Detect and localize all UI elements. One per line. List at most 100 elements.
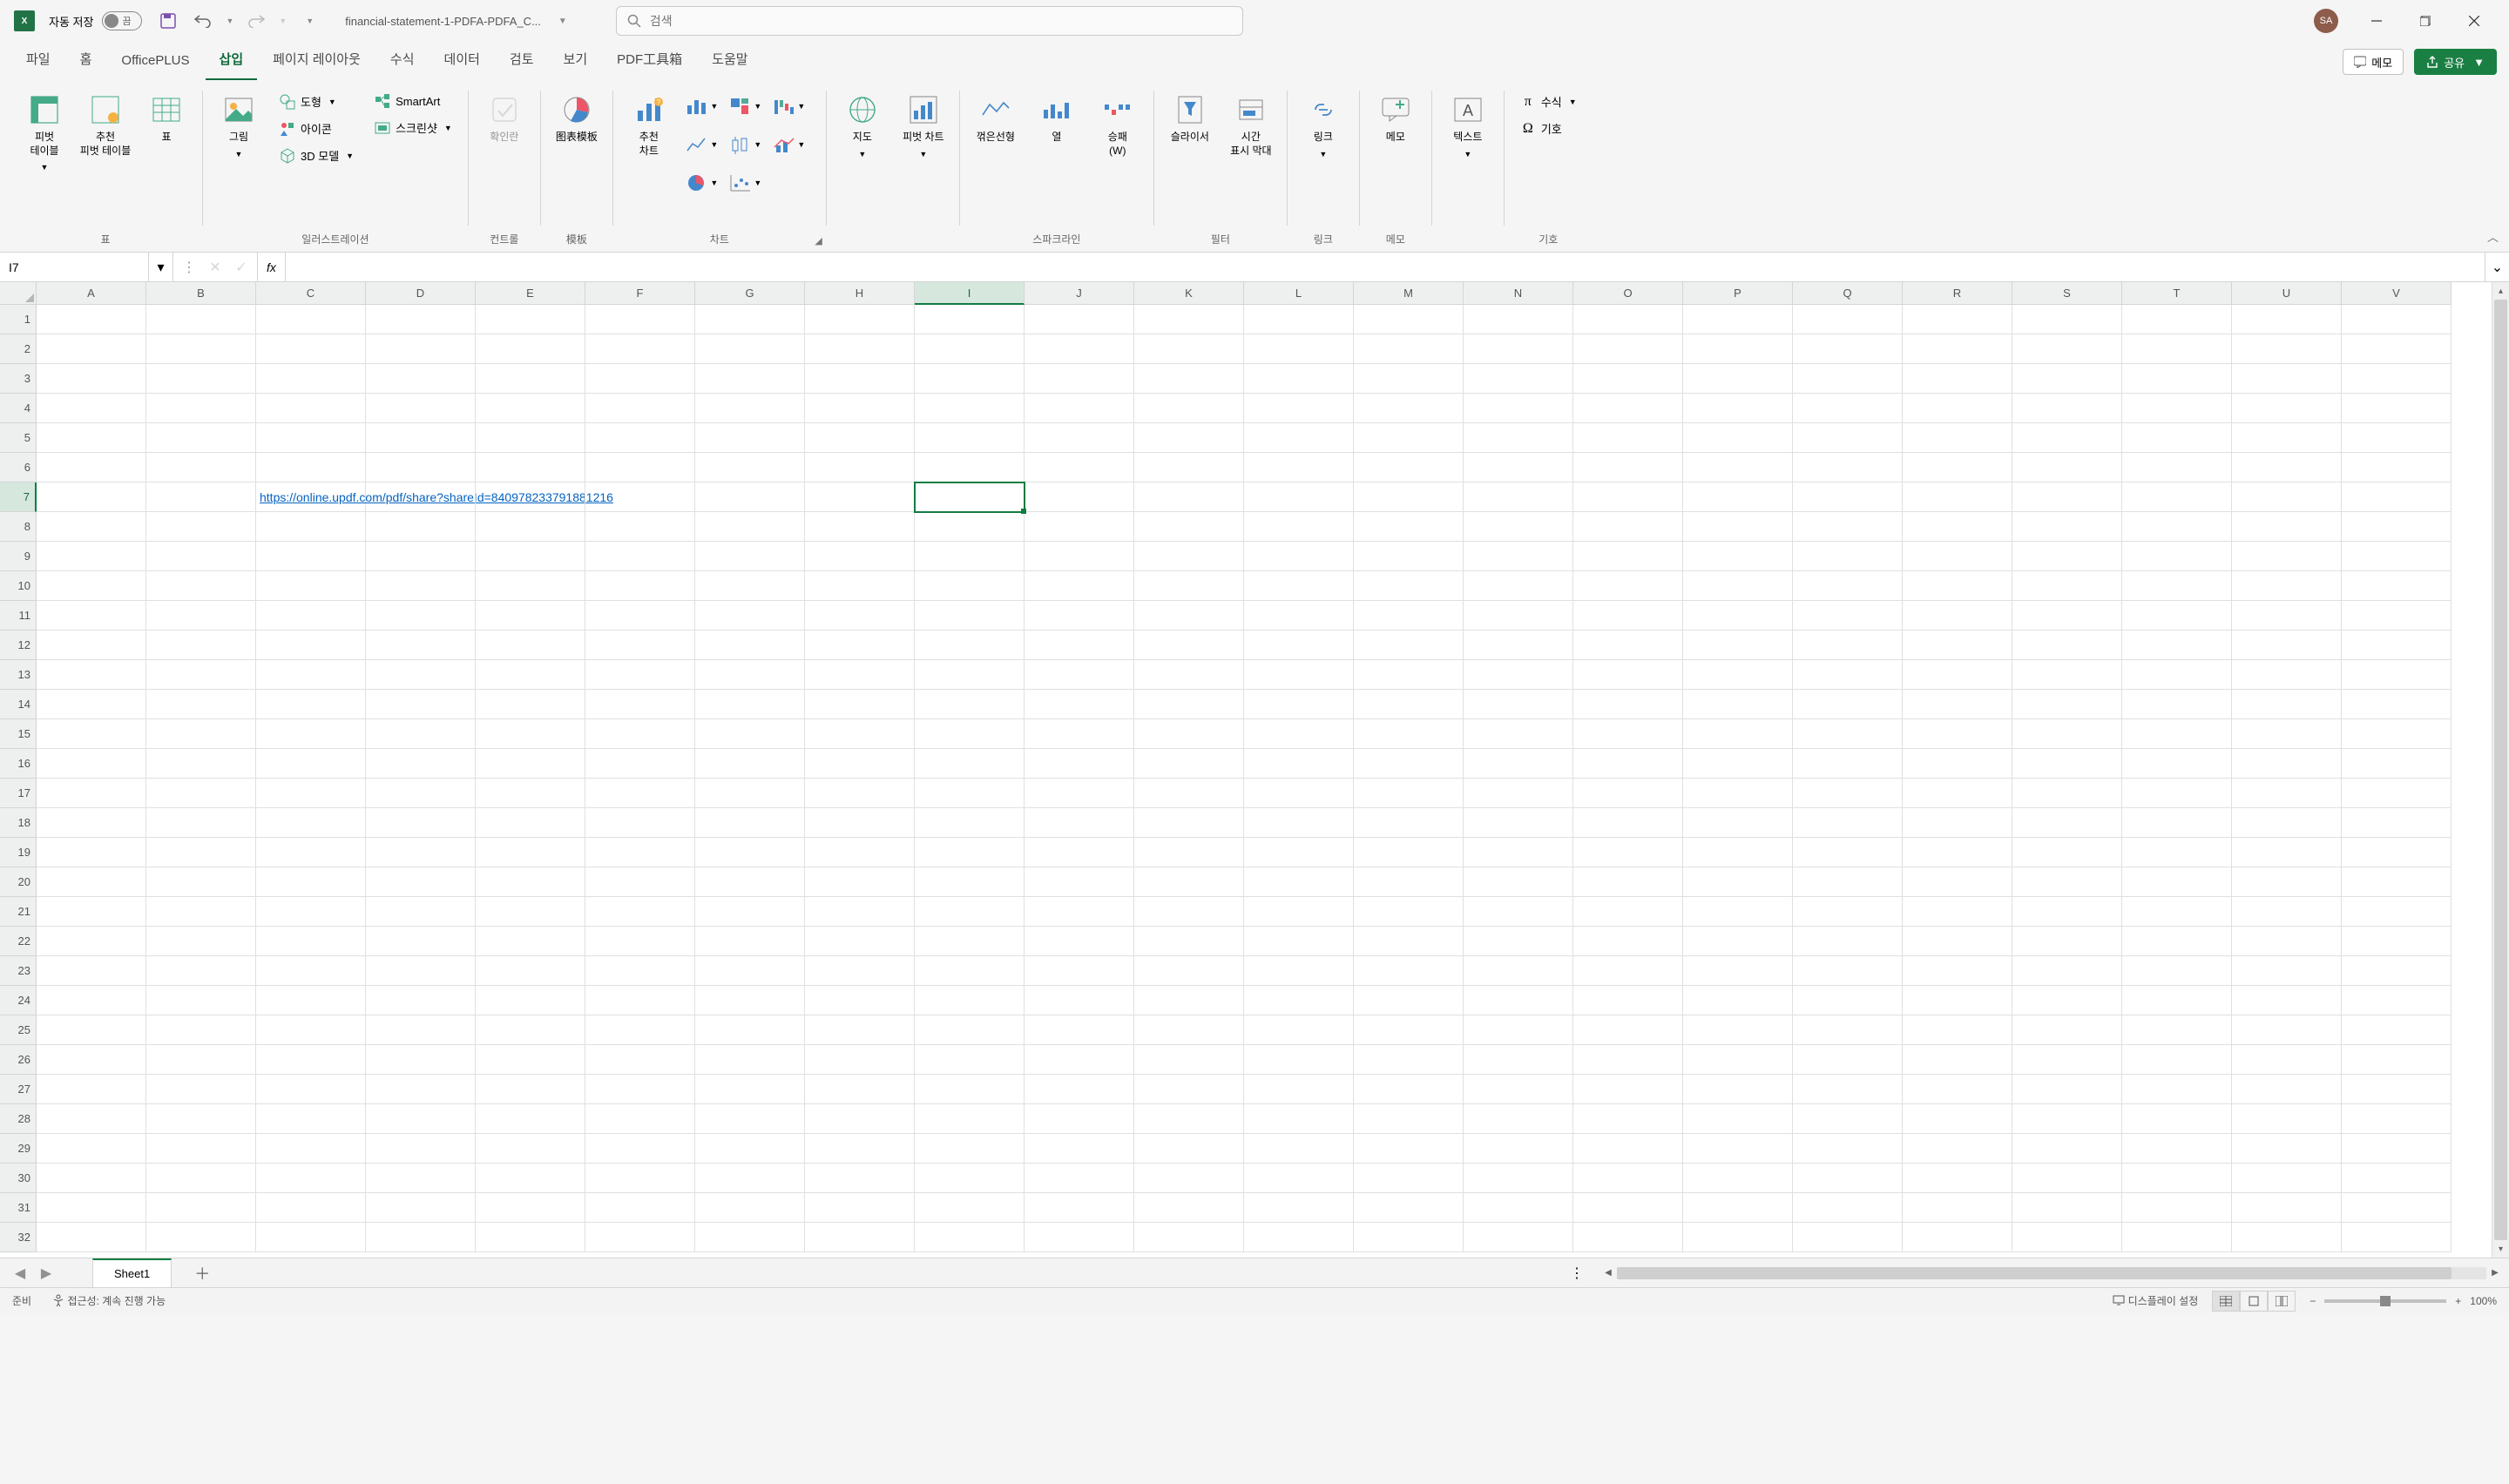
cell[interactable] — [37, 601, 146, 631]
cell[interactable] — [585, 423, 695, 453]
cell[interactable] — [1903, 927, 2012, 956]
cell[interactable] — [2342, 631, 2452, 660]
cell[interactable] — [2122, 660, 2232, 690]
cell[interactable] — [1244, 1015, 1354, 1045]
formula-input[interactable] — [286, 253, 2485, 281]
sheet-tab-active[interactable]: Sheet1 — [92, 1258, 172, 1287]
cell[interactable] — [2342, 838, 2452, 867]
share-button[interactable]: 공유 ▼ — [2414, 49, 2497, 75]
cell[interactable] — [1464, 1134, 1573, 1164]
cell[interactable]: https://online.updf.com/pdf/share?shareI… — [256, 482, 366, 512]
cell[interactable] — [146, 897, 256, 927]
cell[interactable] — [476, 601, 585, 631]
cell[interactable] — [1793, 423, 1903, 453]
recommended-pivot-button[interactable]: 추천 피벗 테이블 — [78, 89, 132, 158]
cell[interactable] — [1573, 927, 1683, 956]
cell[interactable] — [2342, 394, 2452, 423]
cell[interactable] — [1683, 394, 1793, 423]
cell[interactable] — [146, 394, 256, 423]
cell[interactable] — [1683, 334, 1793, 364]
cell[interactable] — [256, 571, 366, 601]
cell[interactable] — [585, 986, 695, 1015]
cell[interactable] — [1025, 334, 1134, 364]
cell[interactable] — [2122, 394, 2232, 423]
cell[interactable] — [1903, 542, 2012, 571]
cell[interactable] — [1134, 808, 1244, 838]
cell[interactable] — [2232, 956, 2342, 986]
cell[interactable] — [2012, 690, 2122, 719]
tab-home[interactable]: 홈 — [66, 41, 106, 80]
cell[interactable] — [37, 897, 146, 927]
cell[interactable] — [1683, 1015, 1793, 1045]
cell[interactable] — [2012, 808, 2122, 838]
cell[interactable] — [1025, 1223, 1134, 1252]
cell[interactable] — [1025, 1045, 1134, 1075]
display-settings-button[interactable]: 디스플레이 설정 — [2113, 1293, 2198, 1308]
cell[interactable] — [1134, 453, 1244, 482]
cell[interactable] — [2232, 986, 2342, 1015]
cell[interactable] — [2232, 1193, 2342, 1223]
cell[interactable] — [1793, 601, 1903, 631]
cell[interactable] — [695, 631, 805, 660]
cell[interactable] — [146, 482, 256, 512]
cell[interactable] — [915, 1075, 1025, 1104]
cell[interactable] — [1793, 749, 1903, 779]
cell[interactable] — [1025, 897, 1134, 927]
row-header[interactable]: 5 — [0, 423, 37, 453]
cell[interactable] — [2122, 542, 2232, 571]
cell[interactable] — [2122, 1223, 2232, 1252]
cell[interactable] — [695, 482, 805, 512]
cell[interactable] — [366, 1223, 476, 1252]
cell[interactable] — [1354, 1193, 1464, 1223]
cell[interactable] — [2232, 394, 2342, 423]
cell[interactable] — [805, 601, 915, 631]
row-header[interactable]: 9 — [0, 542, 37, 571]
cell[interactable] — [2342, 719, 2452, 749]
cell[interactable] — [1354, 1045, 1464, 1075]
cell[interactable] — [2122, 631, 2232, 660]
cell[interactable] — [1573, 394, 1683, 423]
cell[interactable] — [2342, 571, 2452, 601]
cell[interactable] — [1683, 1164, 1793, 1193]
cell[interactable] — [585, 571, 695, 601]
column-header[interactable]: J — [1025, 282, 1134, 305]
cell[interactable] — [695, 1045, 805, 1075]
cell[interactable] — [2342, 542, 2452, 571]
cell[interactable] — [1793, 986, 1903, 1015]
cell[interactable] — [1244, 1164, 1354, 1193]
cell[interactable] — [1134, 305, 1244, 334]
cell[interactable] — [2232, 631, 2342, 660]
cell[interactable] — [146, 779, 256, 808]
cell[interactable] — [366, 482, 476, 512]
cell[interactable] — [1134, 867, 1244, 897]
cell[interactable] — [1464, 719, 1573, 749]
cell[interactable] — [1793, 1015, 1903, 1045]
cell[interactable] — [1573, 571, 1683, 601]
cell[interactable] — [1354, 394, 1464, 423]
symbol-button[interactable]: Ω 기호 — [1513, 116, 1584, 141]
cell[interactable] — [37, 1193, 146, 1223]
cell[interactable] — [1354, 453, 1464, 482]
cell[interactable] — [146, 571, 256, 601]
cell[interactable] — [1573, 423, 1683, 453]
icons-button[interactable]: 아이콘 — [273, 116, 361, 141]
cell[interactable] — [915, 1045, 1025, 1075]
cell[interactable] — [2342, 1134, 2452, 1164]
cell[interactable] — [146, 867, 256, 897]
tab-insert[interactable]: 삽입 — [206, 41, 258, 80]
column-header[interactable]: E — [476, 282, 585, 305]
cell[interactable] — [2342, 1045, 2452, 1075]
cell[interactable] — [1573, 334, 1683, 364]
cell[interactable] — [1025, 571, 1134, 601]
cell[interactable] — [1464, 808, 1573, 838]
cell[interactable] — [1683, 571, 1793, 601]
cell[interactable] — [1793, 482, 1903, 512]
row-header[interactable]: 30 — [0, 1164, 37, 1193]
cell[interactable] — [1683, 986, 1793, 1015]
cell[interactable] — [37, 749, 146, 779]
cell[interactable] — [146, 364, 256, 394]
cell[interactable] — [1683, 512, 1793, 542]
add-sheet-button[interactable]: ＋ — [189, 1260, 215, 1286]
cell[interactable] — [256, 1164, 366, 1193]
line-chart-button[interactable]: ▼ — [683, 127, 721, 162]
